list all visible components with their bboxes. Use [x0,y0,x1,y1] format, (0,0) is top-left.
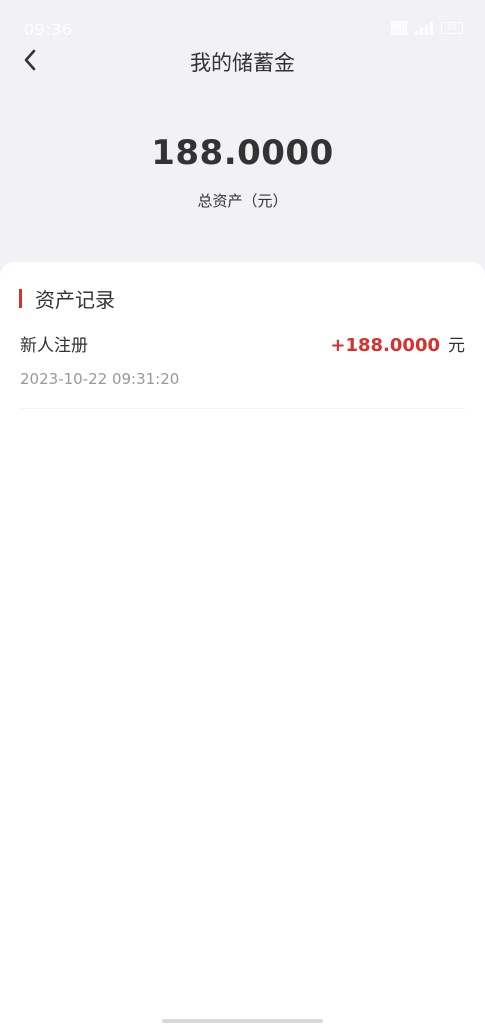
page-title: 我的储蓄金 [190,51,295,75]
section-title: 资产记录 [35,288,115,312]
records-card: 资产记录 新人注册 +188.0000 元 2023-10-22 09:31:2… [0,262,485,1024]
status-bar: 09:36 HD 95 [0,0,485,39]
status-icons: HD 95 [391,21,463,35]
hd-icon: HD [391,21,407,35]
signal-icon [415,21,433,35]
record-row[interactable]: 新人注册 +188.0000 元 2023-10-22 09:31:20 [20,322,465,409]
record-amount-group: +188.0000 元 [330,331,465,356]
battery-icon: 95 [441,22,463,34]
record-amount: +188.0000 [330,335,440,356]
record-time: 2023-10-22 09:31:20 [20,370,180,388]
total-label: 总资产（元） [197,192,288,210]
record-name: 新人注册 [20,336,88,356]
home-indicator[interactable] [162,1019,323,1023]
nav-bar: 我的储蓄金 [0,36,485,84]
section-accent-bar [19,289,22,308]
record-unit: 元 [448,336,465,356]
screen: 09:36 HD 95 我的储蓄金 188.0000 总资产（元） 资产记录 新… [0,0,485,1024]
total-amount: 188.0000 [151,133,334,173]
asset-summary: 188.0000 总资产（元） [0,124,485,211]
section-header: 资产记录 [19,284,115,313]
